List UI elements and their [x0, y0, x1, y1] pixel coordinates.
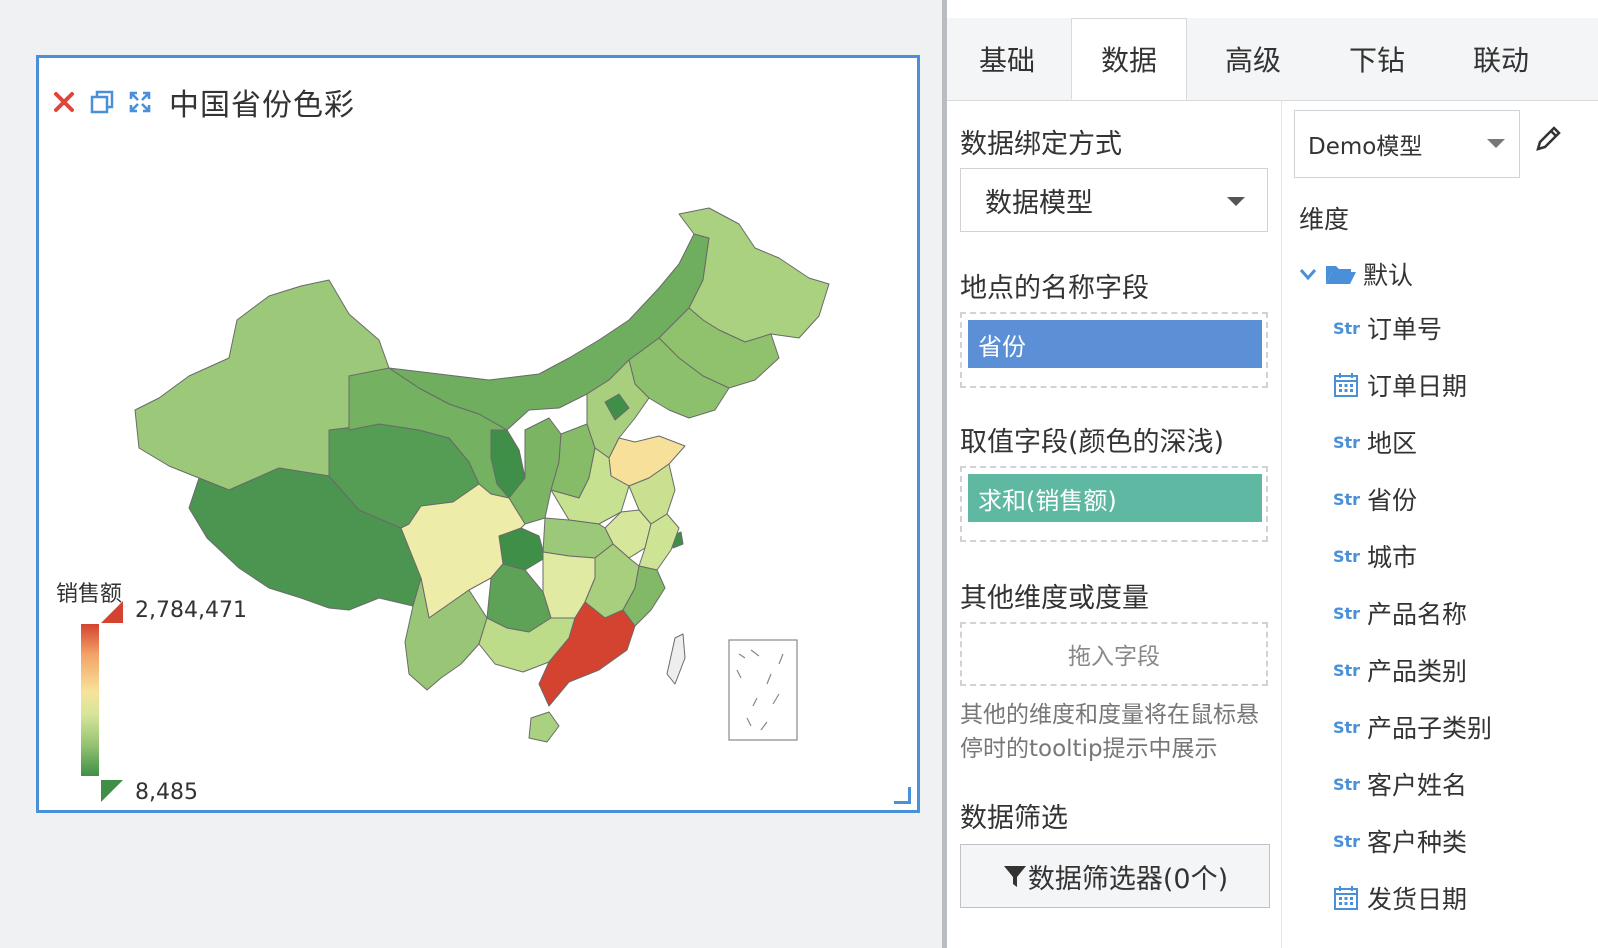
str-type-tag: Str	[1333, 546, 1361, 566]
binding-label: 数据绑定方式	[960, 129, 1122, 160]
drop-hint: 拖入字段	[1068, 644, 1160, 670]
field-item-label: 发货日期	[1367, 885, 1468, 914]
tab-basic[interactable]: 基础	[949, 18, 1065, 100]
value-field-chip[interactable]: 求和(销售额)	[968, 474, 1262, 522]
str-type-tag: Str	[1333, 432, 1361, 452]
field-item[interactable]: Str 客户种类	[1333, 821, 1467, 861]
field-item-label: 城市	[1367, 543, 1418, 572]
folder-open-icon	[1326, 266, 1356, 284]
resize-handle[interactable]	[894, 787, 911, 804]
region-taiwan	[666, 633, 686, 685]
china-province-map[interactable]	[39, 58, 917, 810]
field-item[interactable]: Str 产品类别	[1333, 650, 1467, 690]
field-item-label: 省份	[1367, 486, 1418, 515]
str-type-tag: Str	[1333, 603, 1361, 623]
legend-max-label: 2,784,471	[135, 598, 247, 623]
calendar-icon	[1334, 886, 1358, 910]
field-item[interactable]: 订单日期	[1333, 365, 1467, 405]
folder-label: 默认	[1363, 261, 1414, 290]
field-item-label: 产品类别	[1367, 657, 1468, 686]
field-item-label: 订单号	[1367, 315, 1443, 344]
column-separator	[1281, 100, 1282, 948]
tab-data[interactable]: 数据	[1071, 18, 1187, 100]
legend-min-handle[interactable]	[101, 780, 123, 802]
field-item-label: 产品子类别	[1367, 714, 1493, 743]
other-fields-label: 其他维度或度量	[960, 583, 1149, 614]
calendar-icon	[1334, 373, 1358, 397]
dashboard-canvas: 中国省份色彩 销售额 2,784,471 8,485	[0, 0, 944, 948]
settings-tabs: 基础 数据 高级 下钻 联动	[947, 18, 1598, 101]
dimension-label: 维度	[1299, 205, 1350, 234]
field-item[interactable]: Str 城市	[1333, 536, 1417, 576]
legend-color-bar	[81, 624, 99, 776]
field-item[interactable]: Str 地区	[1333, 422, 1417, 462]
chevron-down-icon	[1487, 139, 1505, 148]
field-item[interactable]: Str 订单号	[1333, 308, 1442, 348]
str-type-tag: Str	[1333, 489, 1361, 509]
str-type-tag: Str	[1333, 717, 1361, 737]
location-field-chip[interactable]: 省份	[968, 320, 1262, 368]
str-type-tag: Str	[1333, 774, 1361, 794]
field-item-label: 客户种类	[1367, 828, 1468, 857]
chevron-down-icon	[1299, 269, 1317, 281]
filter-icon	[1003, 866, 1026, 887]
str-type-tag: Str	[1333, 660, 1361, 680]
field-item[interactable]: Str 省份	[1333, 479, 1417, 519]
legend-max-handle[interactable]	[101, 601, 123, 623]
value-field-label: 取值字段(颜色的深浅)	[960, 427, 1225, 458]
field-item-label: 地区	[1367, 429, 1418, 458]
field-item[interactable]: Str 产品名称	[1333, 593, 1467, 633]
data-filter-button-label: 数据筛选器(0个)	[1027, 863, 1229, 895]
value-dropzone[interactable]: 求和(销售额)	[960, 466, 1268, 542]
region-hainan	[528, 711, 560, 743]
chevron-down-icon	[1227, 197, 1245, 206]
legend-min-label: 8,485	[135, 780, 198, 805]
other-fields-dropzone[interactable]: 拖入字段	[960, 622, 1268, 686]
field-item[interactable]: Str 客户姓名	[1333, 764, 1467, 804]
field-item[interactable]: 发货日期	[1333, 878, 1467, 918]
str-type-tag: Str	[1333, 831, 1361, 851]
field-item[interactable]: Str 产品子类别	[1333, 707, 1492, 747]
binding-select[interactable]: 数据模型	[960, 168, 1268, 232]
tab-drilldown[interactable]: 下钻	[1319, 18, 1435, 100]
location-dropzone[interactable]: 省份	[960, 312, 1268, 388]
str-type-tag: Str	[1333, 318, 1361, 338]
field-item-label: 订单日期	[1367, 372, 1468, 401]
binding-select-value: 数据模型	[985, 187, 1093, 219]
field-item-label: 产品名称	[1367, 600, 1468, 629]
tab-linkage[interactable]: 联动	[1443, 18, 1559, 100]
region-guizhou	[486, 563, 552, 633]
south-china-sea-inset	[728, 639, 798, 741]
map-widget[interactable]: 中国省份色彩 销售额 2,784,471 8,485	[36, 55, 920, 813]
region-chongqing	[498, 527, 546, 571]
filter-label: 数据筛选	[960, 803, 1068, 834]
pencil-icon[interactable]	[1533, 124, 1563, 154]
settings-panel: 基础 数据 高级 下钻 联动 数据绑定方式 数据模型 地点的名称字段 省份 取值…	[947, 0, 1598, 948]
help-text: 其他的维度和度量将在鼠标悬停时的tooltip提示中展示	[960, 702, 1259, 762]
field-item-label: 客户姓名	[1367, 771, 1468, 800]
model-select[interactable]: Demo模型	[1294, 110, 1520, 178]
tab-advanced[interactable]: 高级	[1195, 18, 1311, 100]
data-filter-button[interactable]: 数据筛选器(0个)	[960, 844, 1270, 908]
location-field-label: 地点的名称字段	[960, 273, 1149, 304]
model-select-value: Demo模型	[1308, 134, 1423, 160]
folder-default[interactable]: 默认	[1299, 256, 1413, 292]
